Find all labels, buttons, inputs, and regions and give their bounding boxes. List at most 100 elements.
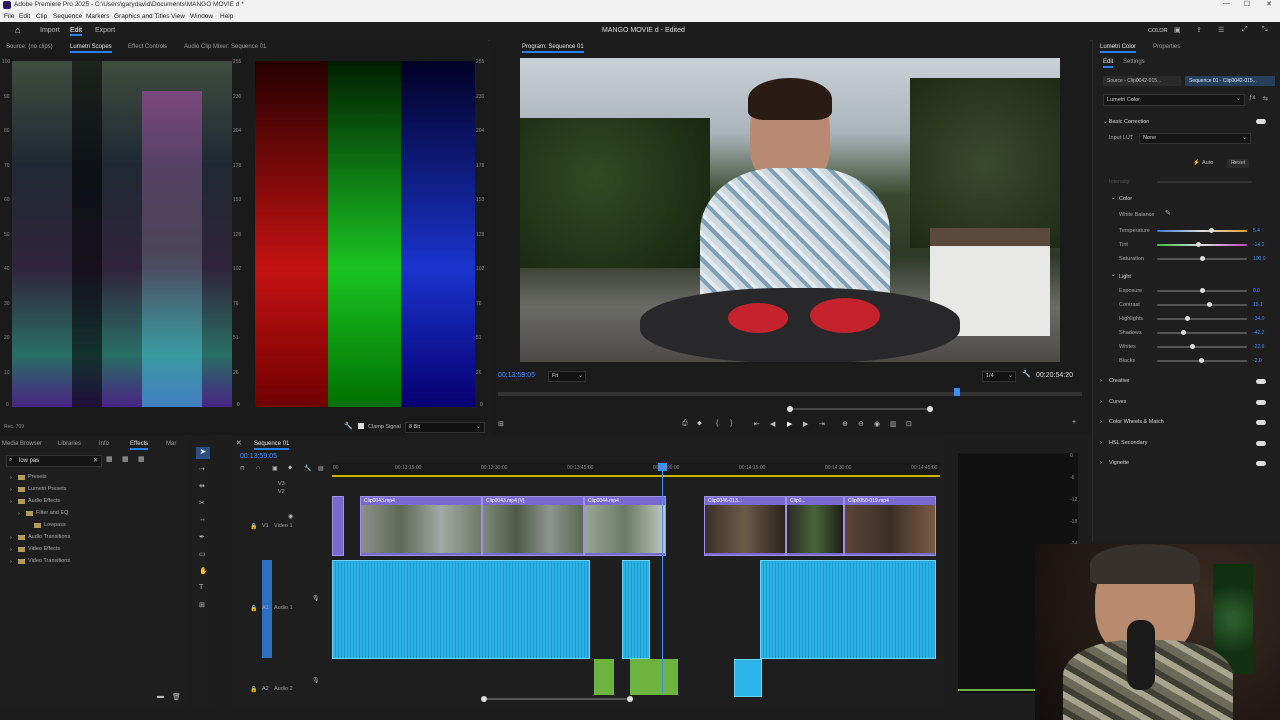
slider-track-saturation[interactable] — [1157, 256, 1247, 261]
tab-properties[interactable]: Properties — [1153, 44, 1180, 50]
add-button-icon[interactable]: + — [1072, 419, 1076, 426]
scroll-handle-left[interactable] — [481, 696, 487, 702]
tab-lumetri-scopes[interactable]: Lumetri Scopes — [70, 44, 112, 53]
slider-knob[interactable] — [1200, 256, 1205, 261]
source-clip-tab[interactable]: Source - Clip0042-015... — [1103, 76, 1181, 86]
slider-knob[interactable] — [1200, 288, 1205, 293]
slider-track-exposure[interactable] — [1157, 288, 1247, 293]
caption-icon[interactable]: ⊞ — [199, 601, 205, 609]
slider-value[interactable]: 5.4 — [1253, 228, 1260, 234]
share-icon[interactable]: ⇪ — [1196, 26, 1202, 34]
reset-button[interactable]: Reset — [1227, 159, 1249, 168]
32bit-icon[interactable]: ▦ — [122, 455, 129, 463]
slider-track-tint[interactable] — [1157, 242, 1247, 247]
slider-value[interactable]: -34.0 — [1253, 316, 1264, 322]
menu-window[interactable]: Window — [190, 13, 213, 20]
tree-item-lowpass[interactable]: Lowpass — [44, 522, 66, 528]
accelerated-icon[interactable]: ▦ — [106, 455, 113, 463]
zoom-handle-left[interactable] — [787, 406, 793, 412]
basic-correction-header[interactable]: Basic Correction — [1109, 119, 1149, 125]
zoom-bar[interactable] — [787, 406, 933, 412]
quality-select[interactable]: 1/4 ⌄ — [982, 371, 1016, 382]
section-header-hsl-secondary[interactable]: HSL Secondary — [1109, 440, 1147, 446]
tab-program[interactable]: Program: Sequence 01 — [522, 44, 584, 53]
mark-out-icon[interactable]: } — [730, 420, 732, 427]
slider-value[interactable]: 100.0 — [1253, 256, 1266, 262]
chevron-right-icon[interactable]: › — [1100, 419, 1102, 425]
slider-track-blacks[interactable] — [1157, 358, 1247, 363]
lock-icon[interactable]: 🔒 — [250, 686, 257, 693]
menu-sequence[interactable]: Sequence — [53, 13, 82, 20]
slider-track-whites[interactable] — [1157, 344, 1247, 349]
slider-value[interactable]: 15.1 — [1253, 302, 1263, 308]
track-a1-label[interactable]: A1 — [262, 605, 269, 611]
slider-knob[interactable] — [1184, 316, 1190, 321]
subtab-settings[interactable]: Settings — [1123, 59, 1145, 65]
section-header-vignette[interactable]: Vignette — [1109, 460, 1129, 466]
section-toggle[interactable] — [1256, 420, 1266, 425]
playhead[interactable] — [954, 388, 960, 396]
track-v2-label[interactable]: V2 — [278, 489, 285, 495]
menu-edit[interactable]: Edit — [19, 13, 30, 20]
audio-clip-a2[interactable] — [734, 659, 762, 697]
close-icon[interactable]: ✕ — [1266, 0, 1272, 8]
section-toggle[interactable] — [1256, 440, 1266, 446]
panel-menu-icon[interactable]: ⇆ — [1263, 95, 1268, 102]
video-clip[interactable]: Clip0043.mp4 [V] — [482, 496, 584, 556]
clear-icon[interactable]: ✕ — [93, 457, 98, 464]
rectangle-icon[interactable]: ▭ — [199, 550, 206, 558]
overwrite-icon[interactable]: ⊖ — [858, 420, 864, 428]
tree-item-video-transitions[interactable]: Video Transitions — [28, 558, 70, 564]
section-header-creative[interactable]: Creative — [1109, 378, 1129, 384]
slider-value[interactable]: -42.2 — [1253, 330, 1264, 336]
tree-item-video-effects[interactable]: Video Effects — [28, 546, 60, 552]
microphone-icon[interactable]: 🎙 — [312, 677, 320, 684]
light-section-header[interactable]: Light — [1119, 274, 1131, 280]
tab-effect-controls[interactable]: Effect Controls — [128, 44, 167, 50]
go-to-in-icon[interactable]: ⇤ — [754, 420, 760, 428]
camera-icon[interactable]: ◉ — [874, 420, 880, 428]
razor-icon[interactable]: ✂ — [199, 499, 205, 507]
slider-track-contrast[interactable] — [1157, 302, 1247, 307]
scrub-bar[interactable] — [498, 388, 1082, 396]
slider-track-highlights[interactable] — [1157, 316, 1247, 321]
audio-clip[interactable] — [332, 560, 590, 659]
chevron-right-icon[interactable]: › — [1100, 399, 1102, 405]
lock-icon[interactable]: 🔒 — [250, 523, 257, 530]
work-area-bar[interactable] — [332, 475, 940, 477]
tab-info[interactable]: Info — [99, 441, 109, 447]
video-clip[interactable]: Clip0043.mp4 — [360, 496, 482, 556]
chevron-right-icon[interactable]: › — [1100, 378, 1102, 384]
video-frame[interactable] — [520, 58, 1060, 362]
step-back-icon[interactable]: ◀ — [770, 420, 775, 428]
chevron-right-icon[interactable]: › — [1100, 460, 1102, 466]
chevron-right-icon[interactable]: › — [10, 559, 12, 565]
menu-file[interactable]: File — [4, 13, 14, 20]
slider-knob[interactable] — [1195, 242, 1201, 247]
tab-sequence[interactable]: Sequence 01 — [254, 441, 290, 450]
minimize-icon[interactable]: — — [1223, 0, 1230, 7]
workspace-label[interactable]: COLOR — [1148, 28, 1168, 34]
tab-source[interactable]: Source: (no clips) — [6, 44, 53, 50]
insert-icon[interactable]: ⊕ — [842, 420, 848, 428]
export-frame-icon[interactable]: ⎙ — [682, 420, 688, 428]
trash-icon[interactable]: 🗑 — [172, 693, 181, 701]
timeline-playhead[interactable] — [662, 463, 663, 693]
video-clip[interactable]: Clip0050-019.mp4 — [844, 496, 936, 556]
audio-clip-a2[interactable] — [594, 659, 614, 695]
auto-button[interactable]: ⚡ Auto — [1193, 159, 1217, 168]
chevron-right-icon[interactable]: › — [1100, 440, 1102, 446]
tree-item-filter-and-eq[interactable]: Filter and EQ — [36, 510, 68, 516]
trim-icon[interactable]: ⊡ — [906, 420, 912, 428]
section-toggle[interactable] — [1256, 379, 1266, 384]
pen-icon[interactable]: ✒ — [199, 533, 205, 541]
section-toggle[interactable] — [1256, 399, 1266, 405]
hand-icon[interactable]: ✋ — [199, 567, 208, 575]
microphone-icon[interactable]: 🎙 — [312, 595, 320, 602]
video-clip[interactable] — [332, 496, 344, 556]
menu-help[interactable]: Help — [220, 13, 233, 20]
insert-sequence-icon[interactable]: ▣ — [272, 465, 278, 472]
chevron-right-icon[interactable]: › — [18, 511, 20, 517]
audio-clip[interactable] — [622, 560, 650, 659]
tree-item-presets[interactable]: Presets — [28, 474, 47, 480]
